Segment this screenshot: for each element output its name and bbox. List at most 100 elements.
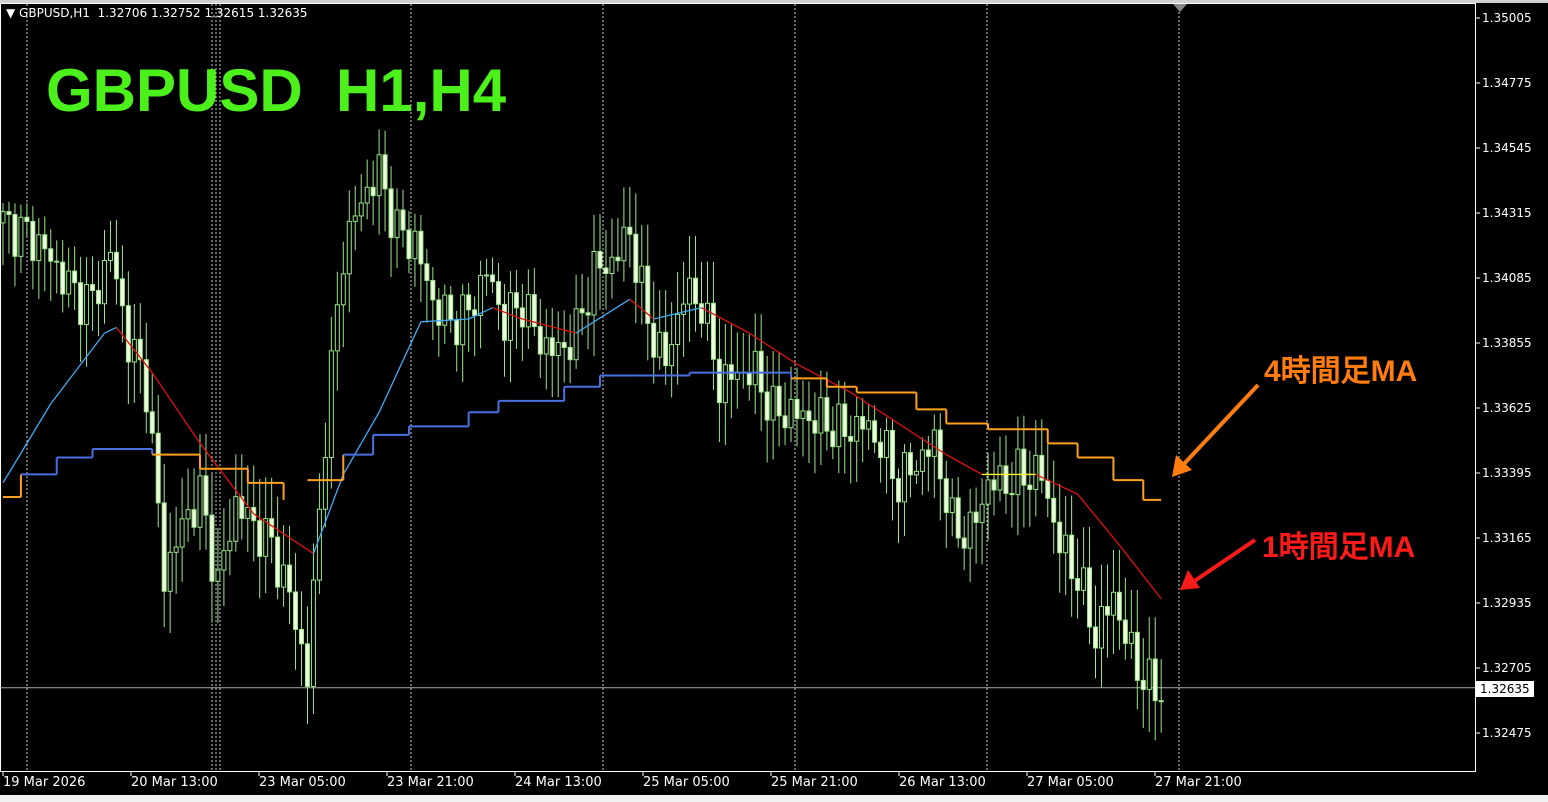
candle-body xyxy=(573,308,579,361)
candle-body xyxy=(949,497,955,514)
candle-body xyxy=(424,263,430,281)
candle-body xyxy=(197,475,203,528)
candle-body xyxy=(806,410,812,422)
candle-body xyxy=(36,234,42,262)
candle-body xyxy=(704,302,710,324)
candle-body xyxy=(6,211,12,216)
candle-body xyxy=(1033,454,1039,490)
candle-body xyxy=(609,256,615,275)
candle-body xyxy=(824,397,830,432)
candle-body xyxy=(24,216,30,223)
candle-body xyxy=(937,429,943,480)
candle-body xyxy=(370,186,376,197)
candle-body xyxy=(722,364,728,404)
candle-body xyxy=(848,435,854,442)
y-tick-label: 1.33395 xyxy=(1482,466,1532,480)
candle-body xyxy=(257,520,263,557)
candle-body xyxy=(579,308,585,314)
candle-body xyxy=(1146,658,1152,690)
candle-body xyxy=(854,416,860,442)
candle-body xyxy=(334,304,340,352)
h1-ma-line xyxy=(945,454,983,475)
candle-body xyxy=(316,508,322,581)
candle-body xyxy=(48,248,54,262)
candle-body xyxy=(1051,497,1057,523)
candle-body xyxy=(943,478,949,514)
candle-body xyxy=(513,292,519,309)
candle-body xyxy=(113,251,119,280)
candle-body xyxy=(1075,578,1081,591)
candle-body xyxy=(549,337,555,357)
candle-body xyxy=(406,229,412,260)
candle-body xyxy=(275,536,281,588)
candle-body xyxy=(621,226,627,262)
candle-body xyxy=(340,273,346,306)
candle-body xyxy=(245,506,251,519)
candle-body xyxy=(382,154,388,190)
candle-body xyxy=(776,385,782,417)
h4-arrow-icon xyxy=(1180,383,1260,468)
candle-body xyxy=(119,278,125,307)
x-tick-label: 25 Mar 21:00 xyxy=(771,775,858,790)
candle-body xyxy=(376,154,382,197)
candle-body xyxy=(567,346,573,361)
y-tick-label: 1.33165 xyxy=(1482,531,1532,545)
candle-body xyxy=(281,564,287,588)
candle-body xyxy=(1027,484,1033,490)
candle-body xyxy=(346,220,352,275)
candle-body xyxy=(901,452,907,503)
candle-body xyxy=(967,511,973,549)
candle-body xyxy=(185,509,191,520)
candle-body xyxy=(1128,631,1134,644)
candle-body xyxy=(179,518,185,548)
candle-body xyxy=(78,282,84,326)
candle-body xyxy=(973,511,979,523)
candle-body xyxy=(0,211,6,224)
candle-body xyxy=(60,261,66,295)
y-tick-label: 1.33625 xyxy=(1482,401,1532,415)
h1-arrow-icon xyxy=(1191,538,1257,584)
candle-body xyxy=(698,303,704,324)
h4-ma-annotation: 4時間足MA xyxy=(1264,355,1418,388)
candle-body xyxy=(675,313,681,346)
candle-body xyxy=(478,274,484,316)
x-tick-label: 20 Mar 13:00 xyxy=(131,775,218,790)
candle-body xyxy=(388,188,394,239)
y-tick-label: 1.34315 xyxy=(1482,206,1532,220)
candle-body xyxy=(812,420,818,434)
candle-body xyxy=(490,274,496,283)
candle-body xyxy=(585,312,591,316)
candle-body xyxy=(1122,619,1128,644)
candle-body xyxy=(836,403,842,448)
candle-body xyxy=(663,331,669,367)
candle-body xyxy=(1152,658,1158,702)
candle-body xyxy=(561,341,567,348)
candle-body xyxy=(107,251,113,262)
candle-body xyxy=(955,497,961,539)
candle-body xyxy=(54,260,60,263)
candle-body xyxy=(931,429,937,457)
candle-body xyxy=(358,202,364,217)
candle-body xyxy=(18,216,24,257)
ohlc-values: 1.32706 1.32752 1.32615 1.32635 xyxy=(97,6,308,20)
candle-body xyxy=(394,209,400,239)
y-tick-label: 1.34775 xyxy=(1482,76,1532,90)
candle-body xyxy=(466,294,472,311)
candle-body xyxy=(519,307,525,328)
h1-ma-line xyxy=(104,326,117,334)
candle-body xyxy=(125,305,131,363)
candle-body xyxy=(710,302,716,360)
candle-body xyxy=(364,186,370,204)
candle-body xyxy=(985,479,991,505)
symbol-label: GBPUSD,H1 xyxy=(19,6,90,20)
candle-body xyxy=(884,429,890,458)
candle-body xyxy=(770,385,776,421)
candle-body xyxy=(860,416,866,430)
x-tick-label: 23 Mar 21:00 xyxy=(387,775,474,790)
candle-body xyxy=(304,643,310,687)
y-tick-label: 1.34085 xyxy=(1482,271,1532,285)
candle-body xyxy=(448,294,454,321)
candle-body xyxy=(794,398,800,419)
candle-body xyxy=(149,411,155,434)
candle-body xyxy=(639,265,645,283)
